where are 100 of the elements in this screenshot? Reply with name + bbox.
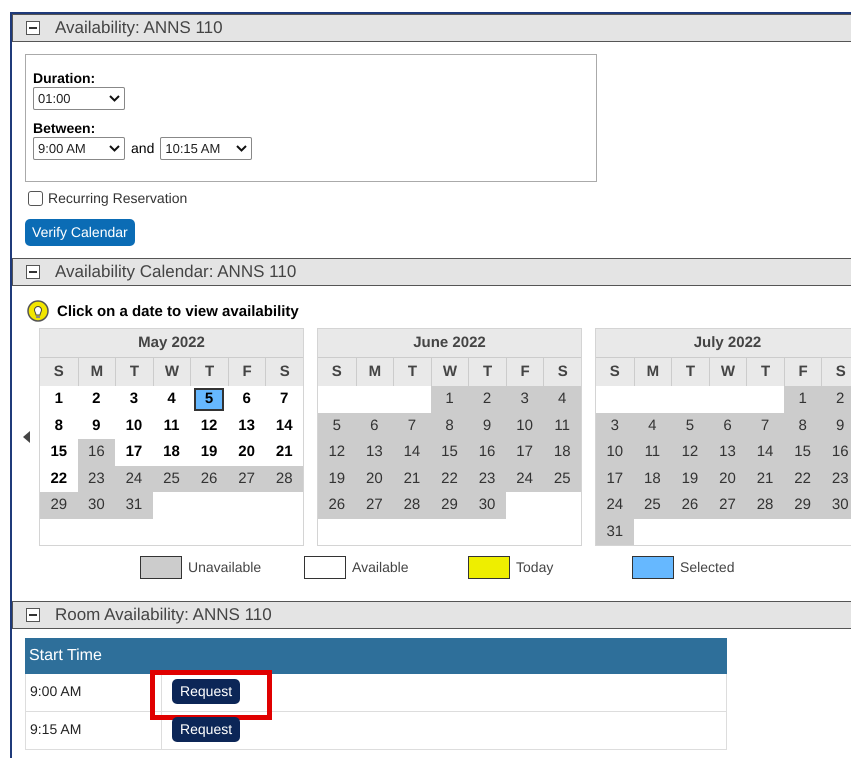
calendar-day[interactable]: 25 <box>543 466 581 492</box>
weekday-header: M <box>634 358 672 386</box>
calendar-day[interactable]: 29 <box>784 492 822 518</box>
calendar-day[interactable]: 16 <box>821 439 851 466</box>
dropdown[interactable]: 9:00 AM <box>33 137 125 160</box>
calendar-day[interactable]: 3 <box>506 386 544 412</box>
calendar-day[interactable]: 24 <box>115 466 153 492</box>
calendar-day[interactable]: 3 <box>596 412 634 439</box>
calendar-day[interactable]: 10 <box>506 412 544 439</box>
calendar-day[interactable]: 8 <box>784 412 822 439</box>
table-cell: 9:00 AM <box>26 674 162 711</box>
calendar-day[interactable]: 24 <box>506 466 544 492</box>
calendar-day[interactable]: 29 <box>40 492 78 518</box>
calendar-day[interactable]: 12 <box>318 439 356 466</box>
calendar-day[interactable]: 20 <box>708 466 746 492</box>
calendar-day[interactable]: 24 <box>596 492 634 518</box>
calendar-day[interactable]: 11 <box>543 412 581 439</box>
calendar-day[interactable]: 26 <box>318 492 356 518</box>
weekday-header: T <box>671 358 709 386</box>
weekday-header: S <box>52 362 65 382</box>
calendar-day[interactable]: 26 <box>190 466 228 492</box>
calendar-day[interactable]: 15 <box>430 439 468 466</box>
calendar-day[interactable]: 19 <box>318 466 356 492</box>
month-title: June 2022 <box>318 329 581 357</box>
calendar-day[interactable]: 27 <box>228 466 266 492</box>
calendar-day[interactable]: 30 <box>78 492 116 518</box>
weekday-header: T <box>393 358 431 386</box>
calendar-day[interactable]: 19 <box>671 466 709 492</box>
calendar-day[interactable]: 13 <box>356 439 394 466</box>
weekday-header: M <box>356 358 394 386</box>
and-label: and <box>131 139 154 158</box>
calendar-day[interactable]: 4 <box>634 412 672 439</box>
calendar-day[interactable]: 1 <box>784 386 822 412</box>
section-title: Room Availability: ANNS 110 <box>55 604 272 626</box>
dropdown[interactable]: 10:15 AM <box>160 137 252 160</box>
calendar-day[interactable]: 17 <box>596 466 634 492</box>
calendar-day[interactable]: 18 <box>634 466 672 492</box>
table-cell: 9:15 AM <box>26 712 162 749</box>
chevron-down-icon <box>109 145 120 152</box>
calendar-day[interactable]: 27 <box>356 492 394 518</box>
calendar-day[interactable]: 7 <box>746 412 784 439</box>
legend-label: Today <box>516 558 554 577</box>
calendar-day[interactable]: 14 <box>746 439 784 466</box>
dropdown[interactable]: 01:00 <box>33 87 125 110</box>
calendar-day[interactable]: 5 <box>194 388 224 411</box>
calendar-day[interactable]: 14 <box>393 439 431 466</box>
calendar-day[interactable]: 27 <box>708 492 746 518</box>
calendar-day[interactable]: 9 <box>468 412 506 439</box>
calendar-day[interactable]: 18 <box>543 439 581 466</box>
calendar-day[interactable]: 6 <box>356 412 394 439</box>
previous-arrow-icon[interactable] <box>23 431 30 443</box>
weekday-header: S <box>608 362 621 382</box>
calendar-day[interactable]: 22 <box>784 466 822 492</box>
calendar-day[interactable]: 8 <box>430 412 468 439</box>
calendar-day[interactable]: 16 <box>78 439 116 466</box>
calendar-day[interactable]: 16 <box>468 439 506 466</box>
calendar-day[interactable]: 5 <box>318 412 356 439</box>
calendar-day[interactable]: 21 <box>393 466 431 492</box>
checkbox[interactable] <box>28 191 43 206</box>
calendar-day[interactable]: 21 <box>746 466 784 492</box>
calendar-day[interactable]: 22 <box>430 466 468 492</box>
calendar-day[interactable]: 25 <box>152 466 190 492</box>
calendar-day[interactable]: 23 <box>78 466 116 492</box>
calendar-day[interactable]: 10 <box>596 439 634 466</box>
calendar-day[interactable]: 2 <box>821 386 851 412</box>
calendar-day[interactable]: 31 <box>115 492 153 518</box>
calendar-day[interactable]: 23 <box>821 466 851 492</box>
calendar-day[interactable]: 4 <box>543 386 581 412</box>
calendar-day[interactable]: 13 <box>708 439 746 466</box>
calendar-day[interactable]: 9 <box>821 412 851 439</box>
calendar-day[interactable]: 12 <box>671 439 709 466</box>
calendar-day[interactable]: 29 <box>430 492 468 518</box>
request-button[interactable]: Request <box>172 717 240 742</box>
field-label: Duration: <box>33 69 96 87</box>
calendar-day[interactable]: 25 <box>634 492 672 518</box>
calendar-day[interactable]: 5 <box>671 412 709 439</box>
calendar-day[interactable]: 11 <box>634 439 672 466</box>
chevron-down-icon <box>236 145 248 152</box>
calendar-day[interactable]: 7 <box>393 412 431 439</box>
collapse-icon[interactable] <box>26 21 40 35</box>
verify-calendar-button[interactable]: Verify Calendar <box>25 219 135 246</box>
calendar-day[interactable]: 31 <box>596 518 634 545</box>
calendar-day[interactable]: 15 <box>784 439 822 466</box>
calendar-day[interactable]: 28 <box>265 466 303 492</box>
calendar-day[interactable]: 28 <box>746 492 784 518</box>
calendar-day[interactable]: 28 <box>393 492 431 518</box>
weekday-header: W <box>708 358 746 386</box>
calendar-day[interactable]: 30 <box>468 492 506 518</box>
request-button[interactable]: Request <box>172 679 240 704</box>
calendar-day[interactable]: 6 <box>708 412 746 439</box>
calendar-day[interactable]: 1 <box>430 386 468 412</box>
calendar-day[interactable]: 20 <box>356 466 394 492</box>
calendar-day[interactable]: 30 <box>821 492 851 518</box>
collapse-icon[interactable] <box>26 608 40 622</box>
calendar-day[interactable]: 23 <box>468 466 506 492</box>
calendar-day[interactable]: 2 <box>468 386 506 412</box>
calendar-day[interactable]: 17 <box>506 439 544 466</box>
collapse-icon[interactable] <box>26 265 40 279</box>
legend-label: Selected <box>680 558 734 577</box>
calendar-day[interactable]: 26 <box>671 492 709 518</box>
